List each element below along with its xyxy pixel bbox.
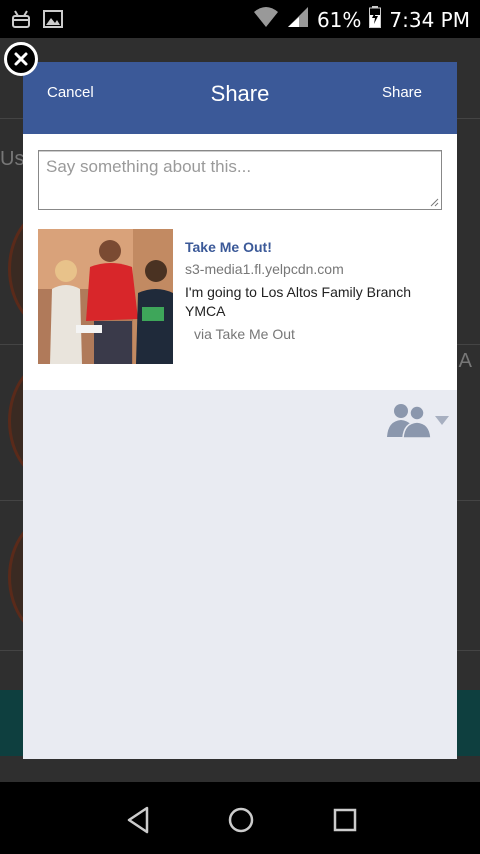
share-dialog: Cancel Share Share Say something about t…: [23, 62, 457, 759]
back-button[interactable]: [118, 802, 158, 838]
image-icon: [42, 8, 64, 35]
status-bar: 61% 7:34 PM: [0, 0, 480, 38]
close-button[interactable]: [4, 42, 38, 76]
home-button[interactable]: [221, 802, 261, 838]
battery-percent: 61%: [316, 7, 362, 32]
share-button[interactable]: Share: [382, 84, 422, 101]
dialog-header: Cancel Share Share: [23, 62, 457, 134]
recents-icon: [333, 808, 357, 832]
attachment-domain: s3-media1.fl.yelpcdn.com: [185, 261, 344, 277]
android-icon: [10, 8, 32, 35]
chevron-down-icon: [435, 416, 449, 425]
clock: 7:34 PM: [389, 7, 470, 32]
close-icon: [14, 52, 28, 66]
comment-box: [38, 150, 442, 213]
friends-icon: [387, 404, 432, 439]
attachment-description: I'm going to Los Altos Family Branch YMC…: [185, 284, 411, 319]
comment-input[interactable]: [39, 151, 441, 213]
attachment-thumbnail: [38, 229, 173, 364]
attachment-via: via Take Me Out: [194, 326, 295, 342]
back-icon: [127, 806, 149, 834]
attachment-title[interactable]: Take Me Out!: [185, 239, 445, 255]
link-attachment[interactable]: Take Me Out! s3-media1.fl.yelpcdn.com I'…: [38, 229, 442, 365]
battery-icon: [369, 6, 382, 33]
wifi-icon: [253, 6, 279, 33]
home-icon: [228, 807, 254, 833]
signal-icon: [287, 6, 309, 33]
recents-button[interactable]: [325, 802, 365, 838]
resize-handle-icon[interactable]: [429, 197, 439, 207]
share-content: Take Me Out! s3-media1.fl.yelpcdn.com I'…: [23, 134, 457, 390]
background-partial-text-right: A: [458, 350, 472, 372]
background-partial-text: Us: [0, 148, 25, 170]
audience-selector[interactable]: [386, 399, 450, 441]
attachment-info: Take Me Out! s3-media1.fl.yelpcdn.com I'…: [185, 239, 445, 342]
navigation-bar: [0, 782, 480, 854]
